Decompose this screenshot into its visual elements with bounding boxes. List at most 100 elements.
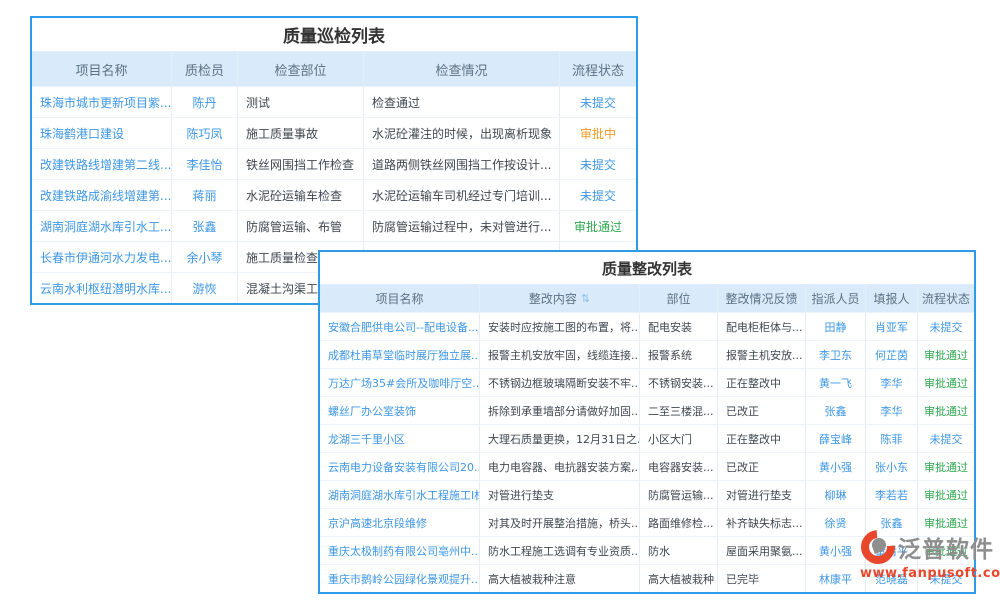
table-row[interactable]: 云南电力设备安装有限公司20... 电力电容器、电抗器安装方案,... 电容器安…: [320, 452, 974, 480]
assignee-name-link[interactable]: 黄小强: [806, 537, 866, 564]
rectification-content-text: 防水工程施工选调有专业资质...: [480, 537, 640, 564]
inspection-table-title: 质量巡检列表: [32, 18, 636, 52]
project-name-link[interactable]: 长春市伊通河水力发电...: [32, 242, 172, 272]
inspector-name-link[interactable]: 余小琴: [172, 242, 238, 272]
status-badge: 未提交: [918, 425, 974, 452]
project-name-link[interactable]: 成都杜甫草堂临时展厅独立展...: [320, 341, 480, 368]
column-header-project: 项目名称: [32, 52, 172, 86]
table-row[interactable]: 珠海市城市更新项目紫... 陈丹 测试 检查通过 未提交: [32, 86, 636, 117]
inspector-name-link[interactable]: 张鑫: [172, 211, 238, 241]
project-name-link[interactable]: 京沪高速北京段维修: [320, 509, 480, 536]
column-header-project: 项目名称: [320, 285, 480, 312]
assignee-name-link[interactable]: 田静: [806, 313, 866, 340]
status-badge: 未提交: [560, 180, 636, 210]
project-name-link[interactable]: 改建铁路成渝线增建第...: [32, 180, 172, 210]
project-name-link[interactable]: 云南水利枢纽潜明水库...: [32, 273, 172, 303]
inspection-part-text: 施工质量事故: [238, 118, 364, 148]
rectification-content-text: 高大植被栽种注意: [480, 565, 640, 592]
feedback-text: 配电柜柜体与...: [718, 313, 806, 340]
project-name-link[interactable]: 湖南洞庭湖水库引水工程施工I标: [320, 481, 480, 508]
part-text: 配电安装: [640, 313, 718, 340]
status-badge: 未提交: [560, 149, 636, 179]
inspection-result-text: 水泥砼灌注的时候，出现离析现象: [364, 118, 560, 148]
assignee-name-link[interactable]: 林康平: [806, 565, 866, 592]
column-header-assignee: 指派人员: [806, 285, 866, 312]
inspector-name-link[interactable]: 蒋丽: [172, 180, 238, 210]
reporter-name-link[interactable]: 李华: [866, 397, 918, 424]
assignee-name-link[interactable]: 薛宝峰: [806, 425, 866, 452]
rectification-table-header: 项目名称 整改内容 ⇅ 部位 整改情况反馈 指派人员 填报人 流程状态: [320, 285, 974, 312]
table-row[interactable]: 成都杜甫草堂临时展厅独立展... 报警主机安放牢固，线缆连接... 报警系统 报…: [320, 340, 974, 368]
rectification-content-text: 不锈钢边框玻璃隔断安装不牢...: [480, 369, 640, 396]
part-text: 防腐管运输...: [640, 481, 718, 508]
inspection-part-text: 铁丝网围挡工作检查: [238, 149, 364, 179]
table-row[interactable]: 龙湖三千里小区 大理石质量更换，12月31日之... 小区大门 正在整改中 薛宝…: [320, 424, 974, 452]
inspector-name-link[interactable]: 陈巧凤: [172, 118, 238, 148]
status-badge: 审批通过: [918, 481, 974, 508]
reporter-name-link[interactable]: 何芷茵: [866, 341, 918, 368]
rectification-content-text: 报警主机安放牢固，线缆连接...: [480, 341, 640, 368]
table-row[interactable]: 改建铁路线增建第二线... 李佳怡 铁丝网围挡工作检查 道路两侧铁丝网围挡工作按…: [32, 148, 636, 179]
assignee-name-link[interactable]: 柳琳: [806, 481, 866, 508]
watermark-brand: 泛普软件: [898, 530, 994, 564]
assignee-name-link[interactable]: 黄小强: [806, 453, 866, 480]
assignee-name-link[interactable]: 李卫东: [806, 341, 866, 368]
status-badge: 审批通过: [560, 211, 636, 241]
assignee-name-link[interactable]: 黄一飞: [806, 369, 866, 396]
project-name-link[interactable]: 安徽合肥供电公司--配电设备...: [320, 313, 480, 340]
project-name-link[interactable]: 龙湖三千里小区: [320, 425, 480, 452]
assignee-name-link[interactable]: 徐贤: [806, 509, 866, 536]
project-name-link[interactable]: 湖南洞庭湖水库引水工...: [32, 211, 172, 241]
assignee-name-link[interactable]: 张鑫: [806, 397, 866, 424]
inspector-name-link[interactable]: 陈丹: [172, 87, 238, 117]
table-row[interactable]: 湖南洞庭湖水库引水工程施工I标 对管进行垫支 防腐管运输... 对管进行垫支 柳…: [320, 480, 974, 508]
status-badge: 未提交: [560, 87, 636, 117]
reporter-name-link[interactable]: 肖亚军: [866, 313, 918, 340]
project-name-link[interactable]: 改建铁路线增建第二线...: [32, 149, 172, 179]
reporter-name-link[interactable]: 李若若: [866, 481, 918, 508]
reporter-name-link[interactable]: 张小东: [866, 453, 918, 480]
column-header-status: 流程状态: [560, 52, 636, 86]
inspection-result-text: 防腐管运输过程中，未对管进行...: [364, 211, 560, 241]
status-badge: 审批通过: [918, 341, 974, 368]
inspector-name-link[interactable]: 李佳怡: [172, 149, 238, 179]
part-text: 高大植被栽种: [640, 565, 718, 592]
watermark-url: www.fanpusoft.com: [860, 566, 1000, 581]
feedback-text: 已改正: [718, 397, 806, 424]
column-header-part: 检查部位: [238, 52, 364, 86]
watermark: 泛普软件 www.fanpusoft.com: [860, 529, 1000, 581]
sort-icon[interactable]: ⇅: [581, 292, 590, 305]
rectification-content-text: 对其及时开展整治措施，桥头...: [480, 509, 640, 536]
feedback-text: 正在整改中: [718, 369, 806, 396]
reporter-name-link[interactable]: 陈菲: [866, 425, 918, 452]
project-name-link[interactable]: 重庆市鹅岭公园绿化景观提升...: [320, 565, 480, 592]
table-row[interactable]: 万达广场35#会所及咖啡厅空... 不锈钢边框玻璃隔断安装不牢... 不锈钢安装…: [320, 368, 974, 396]
project-name-link[interactable]: 万达广场35#会所及咖啡厅空...: [320, 369, 480, 396]
project-name-link[interactable]: 云南电力设备安装有限公司20...: [320, 453, 480, 480]
project-name-link[interactable]: 重庆太极制药有限公司亳州中...: [320, 537, 480, 564]
inspection-result-text: 水泥砼运输车司机经过专门培训...: [364, 180, 560, 210]
table-row[interactable]: 珠海鹤港口建设 陈巧凤 施工质量事故 水泥砼灌注的时候，出现离析现象 审批中: [32, 117, 636, 148]
part-text: 小区大门: [640, 425, 718, 452]
feedback-text: 屋面采用聚氨...: [718, 537, 806, 564]
project-name-link[interactable]: 珠海市城市更新项目紫...: [32, 87, 172, 117]
inspector-name-link[interactable]: 游恢: [172, 273, 238, 303]
table-row[interactable]: 螺丝厂办公室装饰 拆除到承重墙部分请做好加固... 二至三楼混... 已改正 张…: [320, 396, 974, 424]
part-text: 防水: [640, 537, 718, 564]
inspection-result-text: 道路两侧铁丝网围挡工作按设计...: [364, 149, 560, 179]
inspection-part-text: 水泥砼运输车检查: [238, 180, 364, 210]
project-name-link[interactable]: 珠海鹤港口建设: [32, 118, 172, 148]
reporter-name-link[interactable]: 李华: [866, 369, 918, 396]
status-badge: 审批通过: [918, 453, 974, 480]
column-header-part: 部位: [640, 285, 718, 312]
inspection-table-header: 项目名称 质检员 检查部位 检查情况 流程状态: [32, 52, 636, 86]
column-header-inspector: 质检员: [172, 52, 238, 86]
project-name-link[interactable]: 螺丝厂办公室装饰: [320, 397, 480, 424]
table-row[interactable]: 安徽合肥供电公司--配电设备... 安装时应按施工图的布置，将... 配电安装 …: [320, 312, 974, 340]
inspection-part-text: 测试: [238, 87, 364, 117]
part-text: 电容器安装...: [640, 453, 718, 480]
table-row[interactable]: 湖南洞庭湖水库引水工... 张鑫 防腐管运输、布管 防腐管运输过程中，未对管进行…: [32, 210, 636, 241]
table-row[interactable]: 改建铁路成渝线增建第... 蒋丽 水泥砼运输车检查 水泥砼运输车司机经过专门培训…: [32, 179, 636, 210]
column-header-content-label: 整改内容: [529, 290, 577, 307]
status-badge: 审批通过: [918, 397, 974, 424]
